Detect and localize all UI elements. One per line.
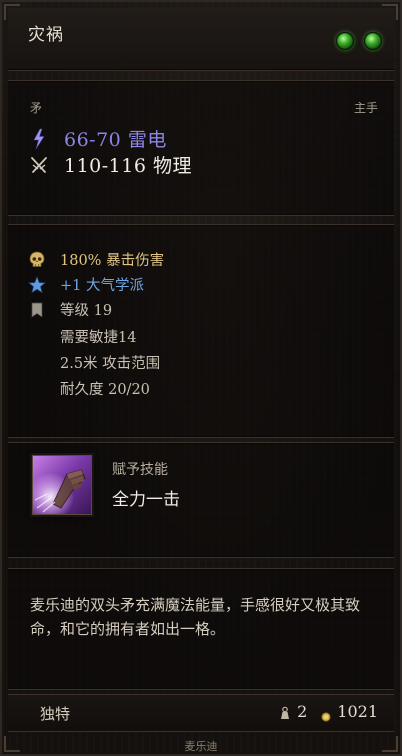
rune-slot-icon[interactable] [336,32,354,50]
granted-skill-panel: 赋予技能 全力一击 [8,442,394,558]
durability-text: 耐久度 20/20 [60,382,150,398]
fist-skill-icon[interactable] [32,455,92,515]
crit-damage-row: 180% 暴击伤害 [28,249,164,270]
requirement-text: 需要敏捷14 [60,330,137,346]
granted-skill-name[interactable]: 全力一击 [112,485,180,510]
item-name: 灾祸 [28,25,64,45]
bookmark-icon [28,301,46,319]
skill-school-text: +1 大气学派 [60,278,144,294]
item-tooltip: 灾祸 矛 主手 66-70 雷电 110-116 物理 180% 暴击伤害 +1… [0,0,402,756]
description-panel: 麦乐迪的双头矛充满魔法能量，手感很好又极其致命，和它的拥有者如出一格。 [8,568,394,690]
crit-damage-text: 180% 暴击伤害 [60,253,165,269]
equip-slot: 主手 [353,101,378,115]
level-text: 等级 19 [60,303,113,319]
gold-value: 1021 [337,702,378,721]
level-row: 等级 19 [28,299,112,320]
granted-skill-label: 赋予技能 [112,462,168,478]
crossed-swords-icon [30,154,48,176]
damage-panel: 矛 主手 66-70 雷电 110-116 物理 [8,80,394,216]
weight-value-group: 2 1021 [279,702,378,722]
weight-icon [279,705,291,719]
range-text: 2.5米 攻击范围 [60,356,161,372]
physical-damage: 110-116 物理 [64,155,192,177]
weapon-type: 矛 [30,101,43,115]
lightning-icon [30,128,48,150]
footer-bar: 独特 2 1021 [8,694,394,732]
weight-value: 2 [297,702,308,721]
star-icon [28,275,46,294]
rarity-label: 独特 [40,705,71,723]
stats-panel: 180% 暴击伤害 +1 大气学派 等级 19 需要敏捷14 2.5米 攻击范围… [8,224,394,438]
skull-icon [28,251,46,269]
damage-row-lightning: 66-70 雷电 [30,125,167,152]
damage-row-physical: 110-116 物理 [30,151,192,178]
owner-name: 麦乐迪 [184,740,218,753]
rune-slot-icon[interactable] [364,32,382,50]
title-bar: 灾祸 [8,8,394,71]
skill-school-row: +1 大气学派 [28,274,144,295]
lightning-damage: 66-70 雷电 [64,129,167,151]
item-description: 麦乐迪的双头矛充满魔法能量，手感很好又极其致命，和它的拥有者如出一格。 [30,596,361,638]
gold-coin-icon [321,707,331,722]
